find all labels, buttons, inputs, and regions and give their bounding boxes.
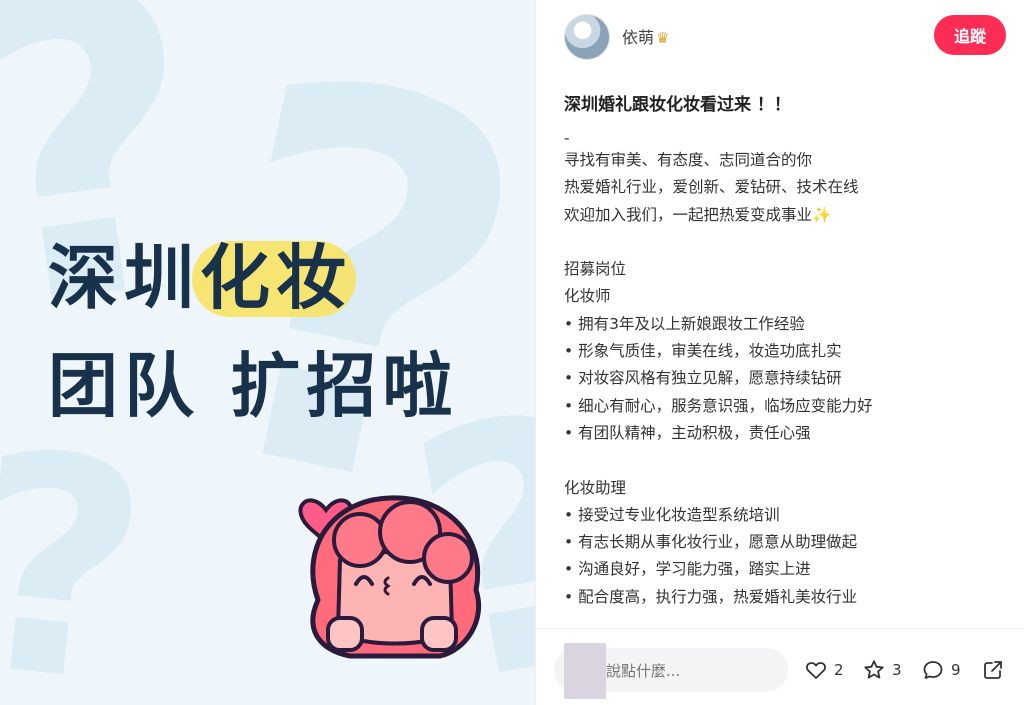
post-role-heading: 化妆助理: [564, 478, 627, 497]
post-bullet: • 沟通良好，学习能力强，踏实上进: [564, 560, 811, 579]
share-button[interactable]: [981, 654, 1005, 686]
post-bullet: • 细心有耐心，服务意识强，临场应变能力好: [564, 396, 873, 415]
post-bullet: • 有团队精神，主动积极，责任心强: [564, 423, 811, 442]
post-title: 深圳婚礼跟妆化妆看过来 ！！: [564, 95, 791, 115]
cover-headline-part: 深圳: [48, 237, 200, 319]
comment-placeholder: 說點什麼...: [606, 662, 681, 680]
post-content: 深圳婚礼跟妆化妆看过来 ！！ - 寻找有审美、有态度、志同道合的你 热爱婚礼行业…: [564, 90, 1004, 611]
question-mark-decoration: ?: [0, 386, 162, 705]
chat-bubble-icon: [923, 661, 943, 679]
favorite-button[interactable]: 3: [862, 654, 902, 686]
cover-image: ? ? ? ? 深圳化妆 团队 扩招啦: [0, 0, 535, 705]
post-header: 依萌 ♛ 追蹤: [536, 0, 1024, 72]
star-icon: [864, 660, 884, 679]
like-count: 2: [834, 661, 844, 679]
mascot-illustration: [298, 495, 482, 659]
commenter-avatar: [564, 643, 606, 699]
post-panel: 依萌 ♛ 追蹤 深圳婚礼跟妆化妆看过来 ！！ - 寻找有审美、有态度、志同道合的你…: [535, 0, 1024, 705]
post-bullet: • 接受过专业化妆造型系统培训: [564, 505, 780, 524]
post-bullet: • 拥有3年及以上新娘跟妆工作经验: [564, 314, 805, 333]
cover-headline-line2: 团队 扩招啦: [48, 345, 459, 427]
author-avatar[interactable]: [564, 14, 610, 60]
post-role-heading: 化妆师: [564, 287, 611, 306]
post-line: 欢迎加入我们，一起把热爱变成事业✨: [564, 205, 832, 224]
post-bullet: • 有志长期从事化妆行业，愿意从助理做起: [564, 533, 858, 552]
comment-count: 9: [951, 661, 961, 679]
post-bullet: • 对妆容风格有独立见解，愿意持续钻研: [564, 369, 842, 388]
author-name-text: 依萌: [622, 28, 655, 47]
post-line: -: [564, 129, 570, 147]
crown-icon: ♛: [656, 29, 670, 47]
favorite-count: 3: [892, 661, 902, 679]
post-bullet: • 配合度高，执行力强，热爱婚礼美妆行业: [564, 587, 858, 606]
like-button[interactable]: 2: [804, 654, 844, 686]
post-bullet: • 形象气质佳，审美在线，妆造功底扎实: [564, 342, 842, 361]
comment-button[interactable]: 9: [921, 654, 961, 686]
post-line: 热爱婚礼行业，爱创新、爱钻研、技术在线: [564, 178, 859, 197]
share-icon: [984, 661, 1002, 679]
heart-icon: [806, 662, 826, 679]
cover-headline-line1: 深圳化妆: [48, 222, 352, 323]
author-name[interactable]: 依萌 ♛: [622, 24, 669, 48]
post-line: 寻找有审美、有态度、志同道合的你: [564, 151, 813, 169]
cover-headline-highlight: 化妆: [200, 237, 352, 319]
post-section-heading: 招募岗位: [564, 260, 627, 279]
follow-button[interactable]: 追蹤: [934, 15, 1006, 55]
divider: [536, 628, 1024, 629]
